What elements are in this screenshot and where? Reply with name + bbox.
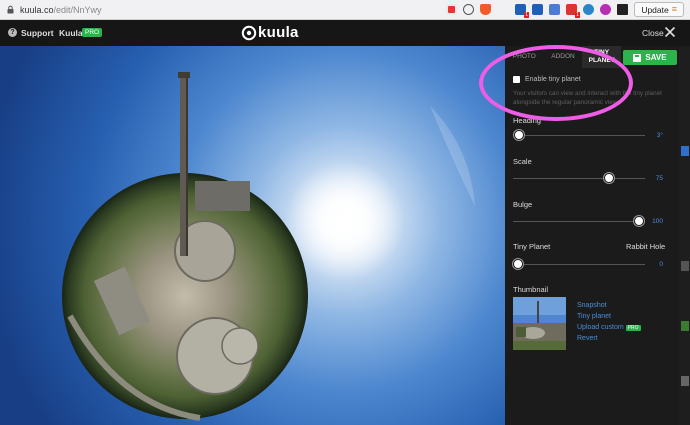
kuula-logo-icon [241, 25, 257, 40]
blend-value: 0 [659, 261, 663, 268]
help-icon[interactable]: ? [8, 28, 17, 37]
tab-photo[interactable]: PHOTO [505, 46, 544, 68]
download-extension-icon[interactable] [532, 4, 543, 15]
cloud-extension-icon[interactable] [583, 4, 594, 15]
thumbnail-actions: Snapshot Tiny planet Upload custom PRO R… [577, 302, 641, 342]
snapshot-link[interactable]: Snapshot [577, 302, 641, 309]
scale-slider-handle[interactable] [604, 173, 614, 183]
background-window-edge [679, 46, 690, 425]
bulge-slider-track[interactable] [513, 221, 645, 222]
brave-shield-icon[interactable] [480, 4, 491, 15]
bulge-label: Bulge [513, 200, 533, 209]
tab-bar: PHOTO ADDON TINY PLANET [505, 46, 622, 68]
pro-badge-small: PRO [625, 324, 641, 331]
heading-label: Heading [513, 116, 541, 125]
close-button[interactable]: Close [642, 28, 664, 38]
tab-tiny-planet[interactable]: TINY PLANET [582, 46, 622, 68]
menu-icon: ≡ [671, 4, 677, 14]
upload-custom-label: Upload custom [577, 324, 624, 331]
scale-slider-track[interactable] [513, 178, 645, 179]
pro-badge: PRO [82, 28, 103, 37]
heading-value: 3° [656, 132, 663, 139]
heading-slider-track[interactable] [513, 135, 645, 136]
close-icon[interactable] [664, 26, 676, 38]
enable-tiny-planet-label[interactable]: Enable tiny planet [525, 76, 581, 83]
save-label: SAVE [645, 53, 667, 62]
tiny-planet-link[interactable]: Tiny planet [577, 313, 641, 320]
enable-tiny-planet-row: Enable tiny planet [513, 76, 581, 83]
url-host: kuula.co [20, 4, 54, 15]
app-header: ? Support Kuula PRO kuula Close [0, 20, 690, 46]
support-link[interactable]: Support [21, 28, 54, 38]
address-bar[interactable]: kuula.co/edit/NnYwy [20, 5, 102, 15]
heading-slider-handle[interactable] [514, 130, 524, 140]
revert-link[interactable]: Revert [577, 335, 641, 342]
refresh-extension-icon[interactable] [463, 4, 474, 15]
rabbit-hole-label: Rabbit Hole [626, 242, 666, 251]
settings-panel: PHOTO ADDON TINY PLANET SAVE Enable tiny… [505, 46, 690, 425]
mail-extension-icon[interactable]: 1 [566, 4, 580, 18]
kuula-menu[interactable]: Kuula [59, 28, 83, 38]
translate-icon[interactable] [549, 4, 560, 15]
camera-extension-icon[interactable] [600, 4, 611, 15]
kuula-logo: kuula [241, 24, 299, 41]
blend-slider-track[interactable] [513, 264, 645, 265]
tiny-planet-image [62, 72, 475, 421]
panorama-viewer[interactable] [0, 46, 505, 425]
update-button[interactable]: Update ≡ [634, 2, 684, 17]
save-icon [633, 53, 642, 62]
lock-icon[interactable] [6, 5, 15, 14]
browser-toolbar: kuula.co/edit/NnYwy 1 1 Update ≡ [0, 0, 690, 20]
thumbnail-image[interactable] [513, 297, 566, 350]
bulge-value: 100 [652, 218, 663, 225]
translate-extension-icon[interactable] [446, 4, 457, 15]
blend-slider-handle[interactable] [513, 259, 523, 269]
url-path: /edit/NnYwy [53, 4, 102, 15]
tiny-planet-description: Your visitors can view and interact with… [513, 90, 662, 106]
puzzle-extensions-icon[interactable] [617, 4, 628, 15]
enable-tiny-planet-checkbox[interactable] [513, 76, 520, 83]
scale-value: 75 [655, 175, 663, 182]
update-label: Update [641, 4, 669, 15]
thumbnail-label: Thumbnail [513, 285, 549, 294]
logo-text: kuula [258, 24, 299, 41]
upload-custom-link[interactable]: Upload custom PRO [577, 324, 641, 331]
tab-addon[interactable]: ADDON [544, 46, 583, 68]
save-button[interactable]: SAVE [623, 50, 677, 65]
tiny-planet-blend-label: Tiny Planet [513, 242, 551, 251]
extension-badge-icon[interactable]: 1 [515, 4, 529, 18]
scale-label: Scale [513, 157, 532, 166]
